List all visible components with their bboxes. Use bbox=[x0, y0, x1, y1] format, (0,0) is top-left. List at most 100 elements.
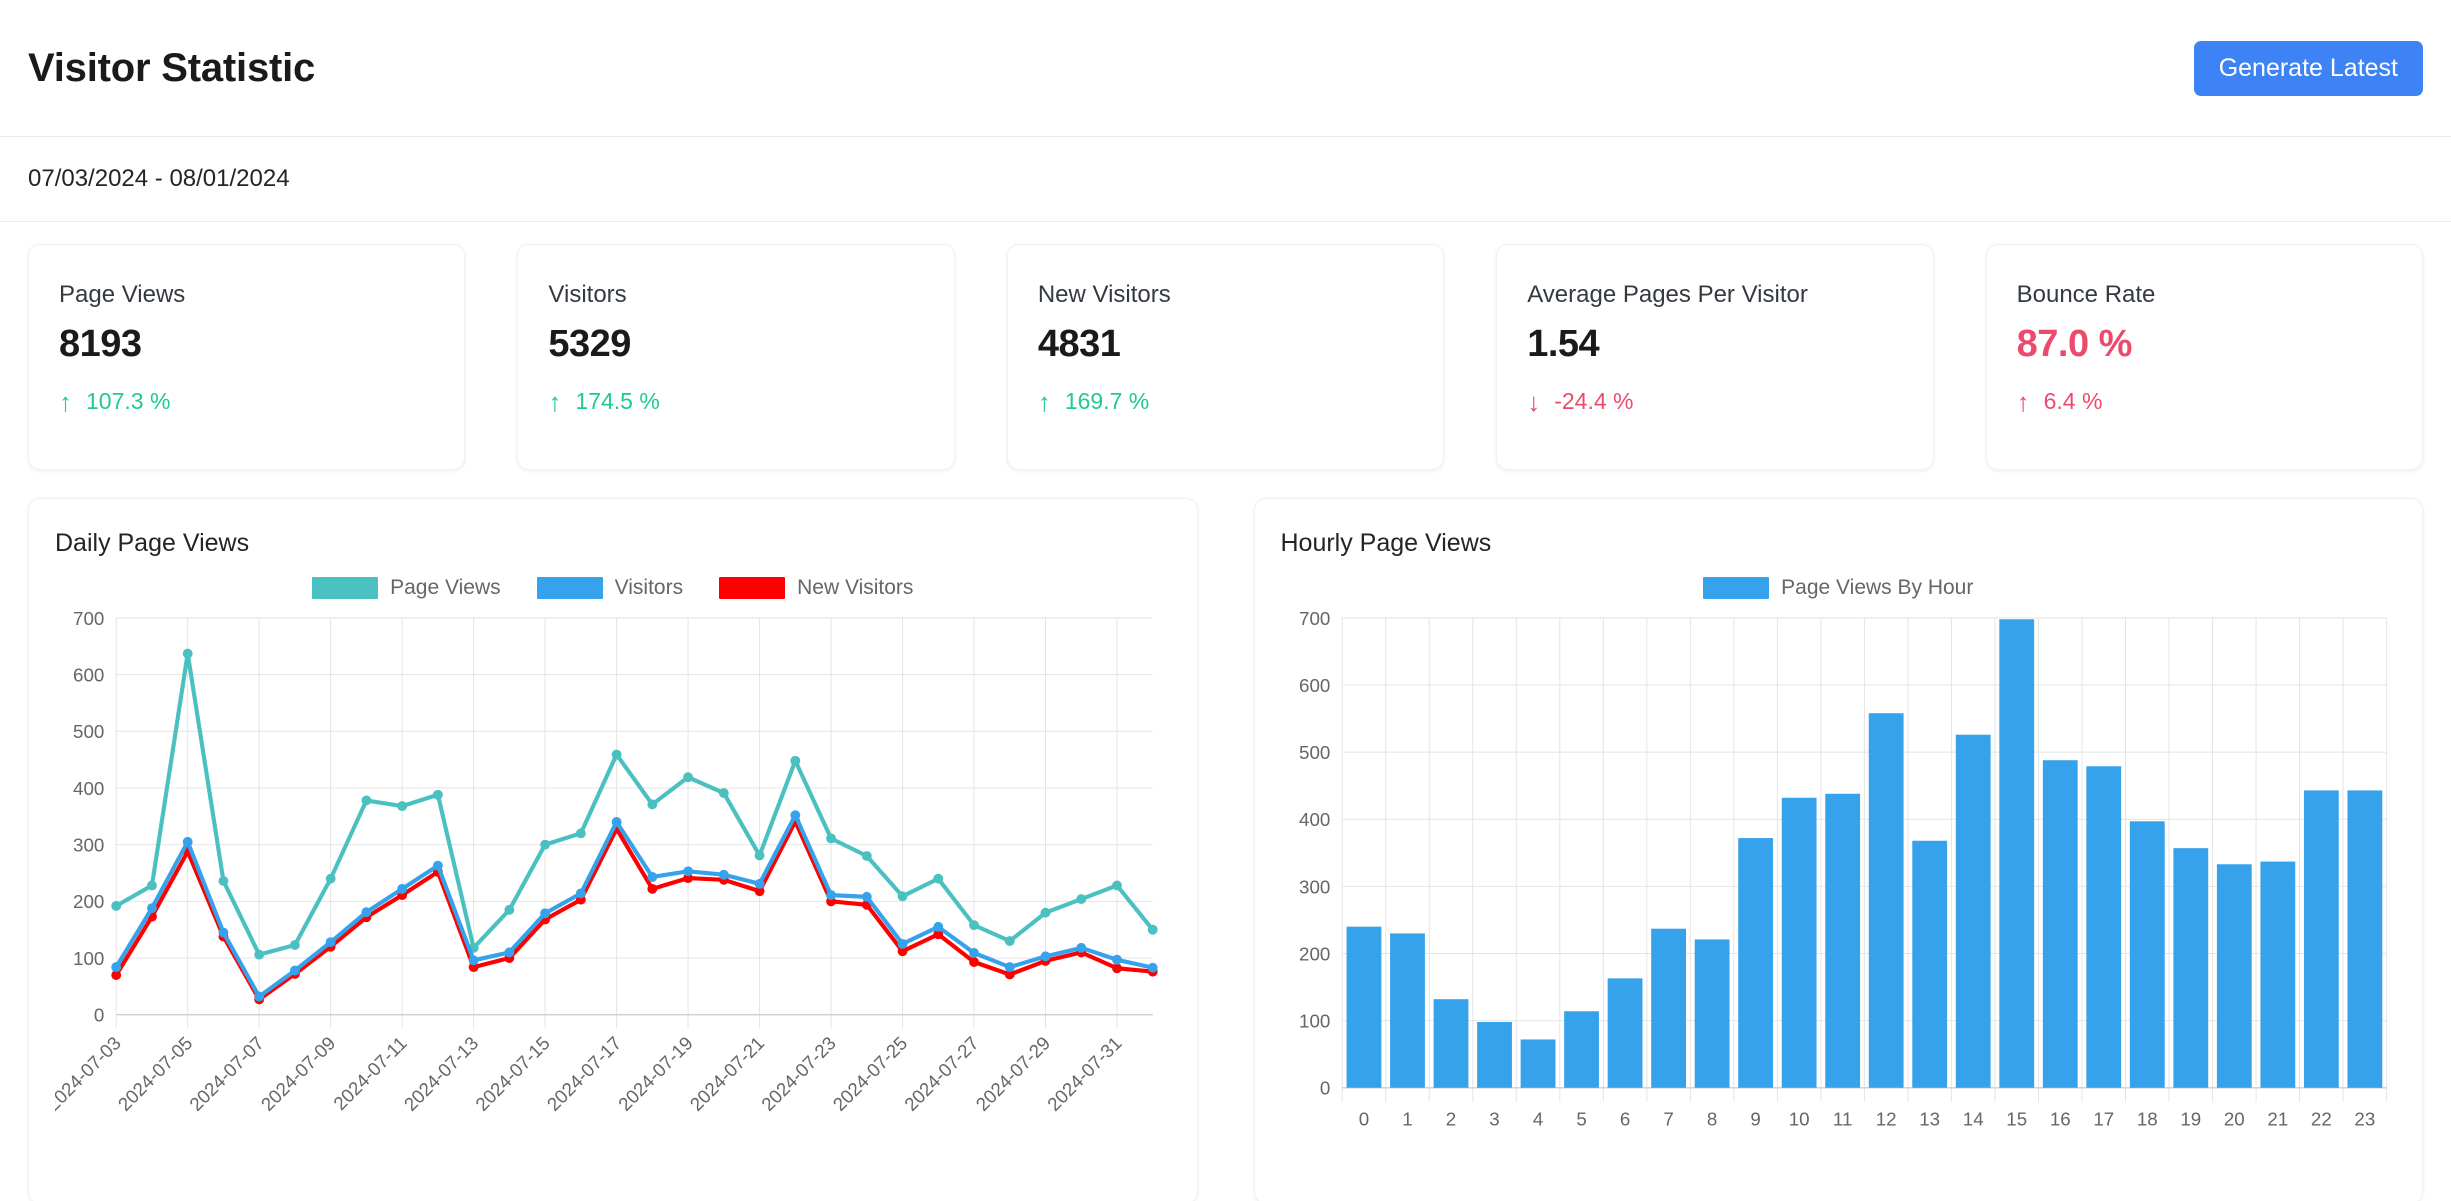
data-point[interactable] bbox=[147, 880, 157, 891]
bar[interactable] bbox=[1563, 1011, 1599, 1088]
data-point[interactable] bbox=[1004, 936, 1015, 946]
bar[interactable] bbox=[1389, 933, 1425, 1088]
data-point[interactable] bbox=[111, 900, 122, 911]
legend-item[interactable]: Visitors bbox=[536, 576, 683, 600]
bar[interactable] bbox=[1433, 999, 1468, 1088]
data-point[interactable] bbox=[289, 940, 300, 950]
data-point[interactable] bbox=[969, 920, 979, 931]
data-point[interactable] bbox=[1076, 894, 1087, 905]
data-point[interactable] bbox=[969, 948, 979, 958]
data-point[interactable] bbox=[826, 890, 836, 901]
data-point[interactable] bbox=[1112, 880, 1122, 891]
legend-item[interactable]: Page Views bbox=[312, 576, 501, 600]
data-point[interactable] bbox=[182, 648, 193, 659]
data-point[interactable] bbox=[683, 772, 694, 783]
stat-card-delta-value: 174.5 % bbox=[575, 388, 660, 414]
bar[interactable] bbox=[1868, 713, 1904, 1088]
data-point[interactable] bbox=[147, 903, 157, 914]
bar[interactable] bbox=[1737, 838, 1773, 1088]
data-point[interactable] bbox=[254, 991, 265, 1002]
generate-latest-button[interactable]: Generate Latest bbox=[2193, 40, 2423, 96]
data-point[interactable] bbox=[933, 873, 944, 884]
data-point[interactable] bbox=[111, 962, 122, 973]
daily-line-chart[interactable]: 01002003004005006007002024-07-032024-07-… bbox=[55, 610, 1171, 1163]
data-point[interactable] bbox=[933, 921, 944, 932]
bar[interactable] bbox=[1346, 926, 1381, 1088]
bar[interactable] bbox=[1476, 1022, 1512, 1088]
bar[interactable] bbox=[2129, 821, 2165, 1088]
data-point[interactable] bbox=[540, 908, 551, 919]
data-point[interactable] bbox=[897, 891, 908, 902]
bar[interactable] bbox=[2216, 864, 2252, 1088]
data-point[interactable] bbox=[647, 872, 658, 882]
data-point[interactable] bbox=[361, 907, 372, 918]
data-point[interactable] bbox=[826, 833, 836, 844]
data-point[interactable] bbox=[575, 888, 586, 899]
data-point[interactable] bbox=[432, 789, 443, 800]
bar[interactable] bbox=[1824, 793, 1860, 1088]
data-point[interactable] bbox=[969, 957, 979, 967]
data-point[interactable] bbox=[218, 927, 229, 938]
data-point[interactable] bbox=[718, 869, 729, 880]
bar[interactable] bbox=[1955, 734, 1991, 1088]
data-point[interactable] bbox=[647, 883, 658, 894]
data-point[interactable] bbox=[1040, 907, 1051, 918]
data-point[interactable] bbox=[1040, 951, 1051, 962]
data-point[interactable] bbox=[790, 755, 801, 766]
bar[interactable] bbox=[1694, 939, 1730, 1088]
data-point[interactable] bbox=[254, 949, 265, 960]
bar[interactable] bbox=[1607, 978, 1642, 1088]
stat-card: New Visitors 4831 ↑ 169.7 % bbox=[1006, 244, 1445, 470]
data-point[interactable] bbox=[361, 795, 372, 806]
data-point[interactable] bbox=[1147, 962, 1158, 973]
data-point[interactable] bbox=[182, 836, 193, 847]
bar[interactable] bbox=[2172, 848, 2208, 1088]
bar[interactable] bbox=[2259, 861, 2295, 1088]
bar[interactable] bbox=[1520, 1039, 1555, 1088]
data-point[interactable] bbox=[861, 851, 872, 861]
bar[interactable] bbox=[1911, 840, 1947, 1088]
legend-item[interactable]: New Visitors bbox=[719, 576, 913, 600]
data-point[interactable] bbox=[718, 788, 729, 799]
data-point[interactable] bbox=[647, 799, 658, 810]
date-range-label[interactable]: 07/03/2024 - 08/01/2024 bbox=[28, 165, 290, 193]
data-point[interactable] bbox=[790, 810, 801, 821]
data-point[interactable] bbox=[397, 801, 408, 812]
data-point[interactable] bbox=[504, 947, 515, 958]
data-point[interactable] bbox=[289, 965, 300, 976]
bar[interactable] bbox=[2085, 766, 2121, 1088]
bar[interactable] bbox=[1998, 619, 2034, 1088]
data-point[interactable] bbox=[611, 817, 622, 827]
data-point[interactable] bbox=[397, 883, 408, 894]
data-point[interactable] bbox=[754, 850, 765, 861]
x-axis-tick-label: 2024-07-17 bbox=[543, 1032, 626, 1115]
data-point[interactable] bbox=[432, 860, 443, 871]
data-point[interactable] bbox=[325, 937, 336, 948]
data-point[interactable] bbox=[218, 876, 229, 886]
data-point[interactable] bbox=[611, 749, 622, 760]
hourly-bar-chart[interactable]: 01002003004005006007000 1 2 3 4 5 6 7 8 9 10 11 12 13… bbox=[1281, 610, 2397, 1163]
bar[interactable] bbox=[2346, 790, 2382, 1088]
data-point[interactable] bbox=[504, 904, 515, 915]
bar[interactable] bbox=[2303, 790, 2339, 1088]
data-point[interactable] bbox=[540, 839, 551, 850]
bar[interactable] bbox=[2042, 760, 2078, 1088]
data-point[interactable] bbox=[1004, 962, 1015, 973]
legend-item[interactable]: Page Views By Hour bbox=[1703, 576, 1973, 600]
data-point[interactable] bbox=[1147, 924, 1158, 935]
data-point[interactable] bbox=[325, 873, 336, 884]
y-axis-tick-label: 500 bbox=[73, 721, 104, 742]
bar[interactable] bbox=[1650, 928, 1686, 1088]
data-point[interactable] bbox=[575, 828, 586, 839]
stat-card-value: 4831 bbox=[1037, 323, 1121, 365]
data-point[interactable] bbox=[1076, 942, 1087, 953]
bar[interactable] bbox=[1781, 797, 1817, 1088]
data-point[interactable] bbox=[468, 955, 479, 966]
data-point[interactable] bbox=[754, 878, 765, 889]
data-point[interactable] bbox=[683, 866, 694, 877]
data-point[interactable] bbox=[1112, 954, 1122, 965]
data-point[interactable] bbox=[1112, 963, 1122, 974]
data-point[interactable] bbox=[861, 891, 872, 902]
data-point[interactable] bbox=[897, 938, 908, 949]
y-axis-tick-label: 400 bbox=[73, 778, 104, 799]
